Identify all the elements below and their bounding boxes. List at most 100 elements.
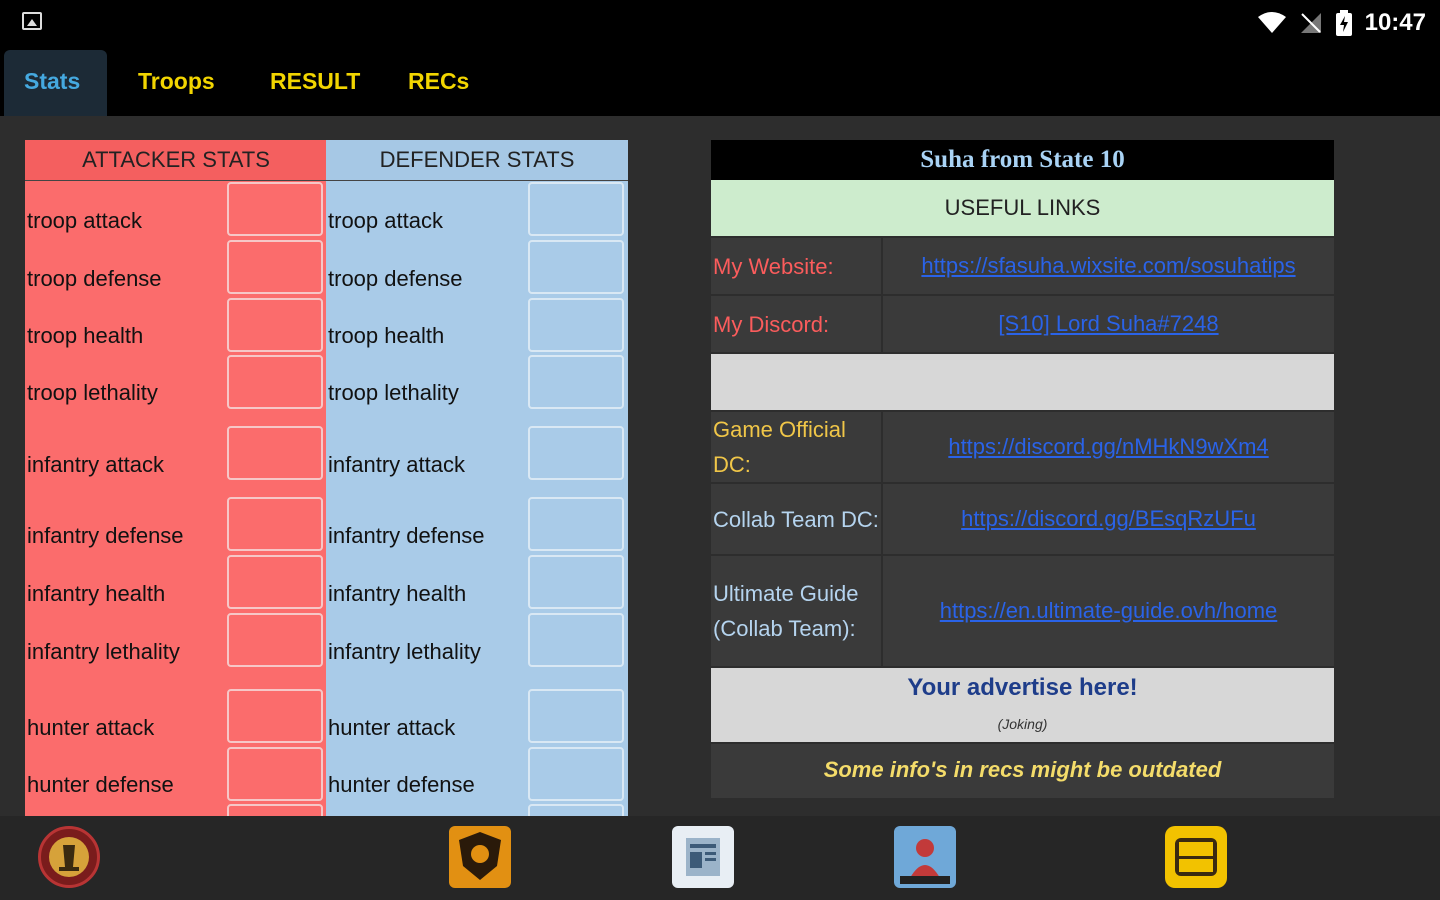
discord-value-cell: [S10] Lord Suha#7248 xyxy=(883,296,1334,352)
discord-row: My Discord: [S10] Lord Suha#7248 xyxy=(711,296,1334,354)
defender-row: hunter attack xyxy=(326,669,628,745)
defender-stats-header: DEFENDER STATS xyxy=(326,140,628,181)
stat-label: troop defense xyxy=(328,266,463,291)
collab-dc-link[interactable]: https://discord.gg/BEsqRzUFu xyxy=(961,506,1256,532)
defender-troop-health-input[interactable] xyxy=(528,298,624,352)
character-icon xyxy=(900,839,950,884)
defender-infantry-attack-input[interactable] xyxy=(528,426,624,480)
attacker-next-input[interactable] xyxy=(227,804,323,816)
attacker-row: infantry lethality xyxy=(25,611,327,669)
attacker-infantry-defense-input[interactable] xyxy=(227,497,323,551)
stat-label: infantry lethality xyxy=(27,639,180,664)
tab-result[interactable]: RESULT xyxy=(250,50,380,116)
advert-box: Your advertise here! (Joking) xyxy=(711,668,1334,744)
stat-label: troop defense xyxy=(27,266,162,291)
official-dc-row: Game Official DC: https://discord.gg/nMH… xyxy=(711,412,1334,484)
stats-screen: ATTACKER STATS troop attack troop defens… xyxy=(0,116,1440,816)
attacker-infantry-lethality-input[interactable] xyxy=(227,613,323,667)
tab-recs[interactable]: RECs xyxy=(388,50,489,116)
website-value-cell: https://sfasuha.wixsite.com/sosuhatips xyxy=(883,238,1334,294)
guide-row: Ultimate Guide (Collab Team): https://en… xyxy=(711,556,1334,668)
official-dc-link[interactable]: https://discord.gg/nMHkN9wXm4 xyxy=(948,434,1268,460)
discord-label: My Discord: xyxy=(711,296,883,352)
attacker-hunter-defense-input[interactable] xyxy=(227,747,323,801)
character-button[interactable] xyxy=(894,826,956,888)
website-label: My Website: xyxy=(711,238,883,294)
battery-charging-icon xyxy=(1335,10,1352,36)
outdated-note: Some info's in recs might be outdated xyxy=(711,744,1334,798)
defender-row: infantry lethality xyxy=(326,611,628,669)
stat-label: hunter defense xyxy=(27,772,174,797)
attacker-troop-defense-input[interactable] xyxy=(227,240,323,294)
defender-troop-lethality-input[interactable] xyxy=(528,355,624,409)
defender-row: hunter defense xyxy=(326,745,628,802)
tab-bar: Stats Troops RESULT RECs xyxy=(0,46,1440,116)
attacker-infantry-health-input[interactable] xyxy=(227,555,323,609)
defender-troop-defense-input[interactable] xyxy=(528,240,624,294)
defender-hunter-attack-input[interactable] xyxy=(528,689,624,743)
defender-row xyxy=(326,802,628,816)
attacker-row: infantry attack xyxy=(25,410,327,482)
attacker-row: infantry defense xyxy=(25,482,327,553)
attacker-troop-health-input[interactable] xyxy=(227,298,323,352)
stat-label: troop health xyxy=(328,323,445,348)
attacker-row: hunter attack xyxy=(25,669,327,745)
stat-label: hunter attack xyxy=(328,715,456,740)
alliance-shield-button[interactable] xyxy=(449,826,511,888)
defender-infantry-lethality-input[interactable] xyxy=(528,613,624,667)
shield-icon xyxy=(459,832,501,880)
defender-row: troop lethality xyxy=(326,353,628,410)
attacker-hunter-attack-input[interactable] xyxy=(227,689,323,743)
stat-label: hunter defense xyxy=(328,772,475,797)
defender-infantry-defense-input[interactable] xyxy=(528,497,624,551)
attacker-row xyxy=(25,802,327,816)
official-dc-value-cell: https://discord.gg/nMHkN9wXm4 xyxy=(883,412,1334,482)
website-row: My Website: https://sfasuha.wixsite.com/… xyxy=(711,238,1334,296)
defender-hunter-defense-input[interactable] xyxy=(528,747,624,801)
useful-links-header: USEFUL LINKS xyxy=(711,180,1334,238)
defender-next-input[interactable] xyxy=(528,804,624,816)
wifi-icon xyxy=(1257,12,1286,33)
collab-dc-row: Collab Team DC: https://discord.gg/BEsqR… xyxy=(711,484,1334,556)
stat-label: troop attack xyxy=(27,208,142,233)
status-bar: 10:47 xyxy=(0,0,1440,46)
attacker-troop-lethality-input[interactable] xyxy=(227,355,323,409)
bottom-nav-bar xyxy=(0,816,1440,900)
discord-link[interactable]: [S10] Lord Suha#7248 xyxy=(998,311,1218,337)
news-button[interactable] xyxy=(672,826,734,888)
state-emblem-button[interactable] xyxy=(38,826,100,888)
advert-text: Your advertise here! xyxy=(907,674,1138,701)
attacker-row: troop health xyxy=(25,296,327,353)
attacker-infantry-attack-input[interactable] xyxy=(227,426,323,480)
stat-label: troop attack xyxy=(328,208,443,233)
guide-value-cell: https://en.ultimate-guide.ovh/home xyxy=(883,556,1334,666)
attacker-row: infantry health xyxy=(25,553,327,611)
tab-troops[interactable]: Troops xyxy=(118,50,235,116)
guide-link[interactable]: https://en.ultimate-guide.ovh/home xyxy=(940,598,1278,624)
advert-subtext: (Joking) xyxy=(997,716,1048,732)
attacker-row: troop lethality xyxy=(25,353,327,410)
defender-row: troop defense xyxy=(326,238,628,296)
official-dc-label: Game Official DC: xyxy=(711,412,883,482)
stat-label: infantry attack xyxy=(328,452,465,477)
attacker-stats-column: ATTACKER STATS troop attack troop defens… xyxy=(25,140,327,816)
collab-logo-button[interactable] xyxy=(1165,826,1227,888)
stat-label: troop lethality xyxy=(328,380,459,405)
stat-label: infantry lethality xyxy=(328,639,481,664)
defender-row: infantry defense xyxy=(326,482,628,553)
stat-label: infantry defense xyxy=(328,523,485,548)
collab-dc-label: Collab Team DC: xyxy=(711,484,883,554)
status-icons: 10:47 xyxy=(1257,8,1426,38)
stat-label: infantry defense xyxy=(27,523,184,548)
info-panel: Suha from State 10 USEFUL LINKS My Websi… xyxy=(711,140,1334,816)
stat-label: infantry health xyxy=(27,581,166,606)
attacker-troop-attack-input[interactable] xyxy=(227,182,323,236)
defender-troop-attack-input[interactable] xyxy=(528,182,624,236)
image-notification-icon xyxy=(22,12,42,30)
newspaper-icon xyxy=(686,838,720,876)
defender-row: infantry health xyxy=(326,553,628,611)
website-link[interactable]: https://sfasuha.wixsite.com/sosuhatips xyxy=(921,253,1295,279)
defender-row: troop health xyxy=(326,296,628,353)
defender-infantry-health-input[interactable] xyxy=(528,555,624,609)
tab-stats[interactable]: Stats xyxy=(4,50,107,116)
